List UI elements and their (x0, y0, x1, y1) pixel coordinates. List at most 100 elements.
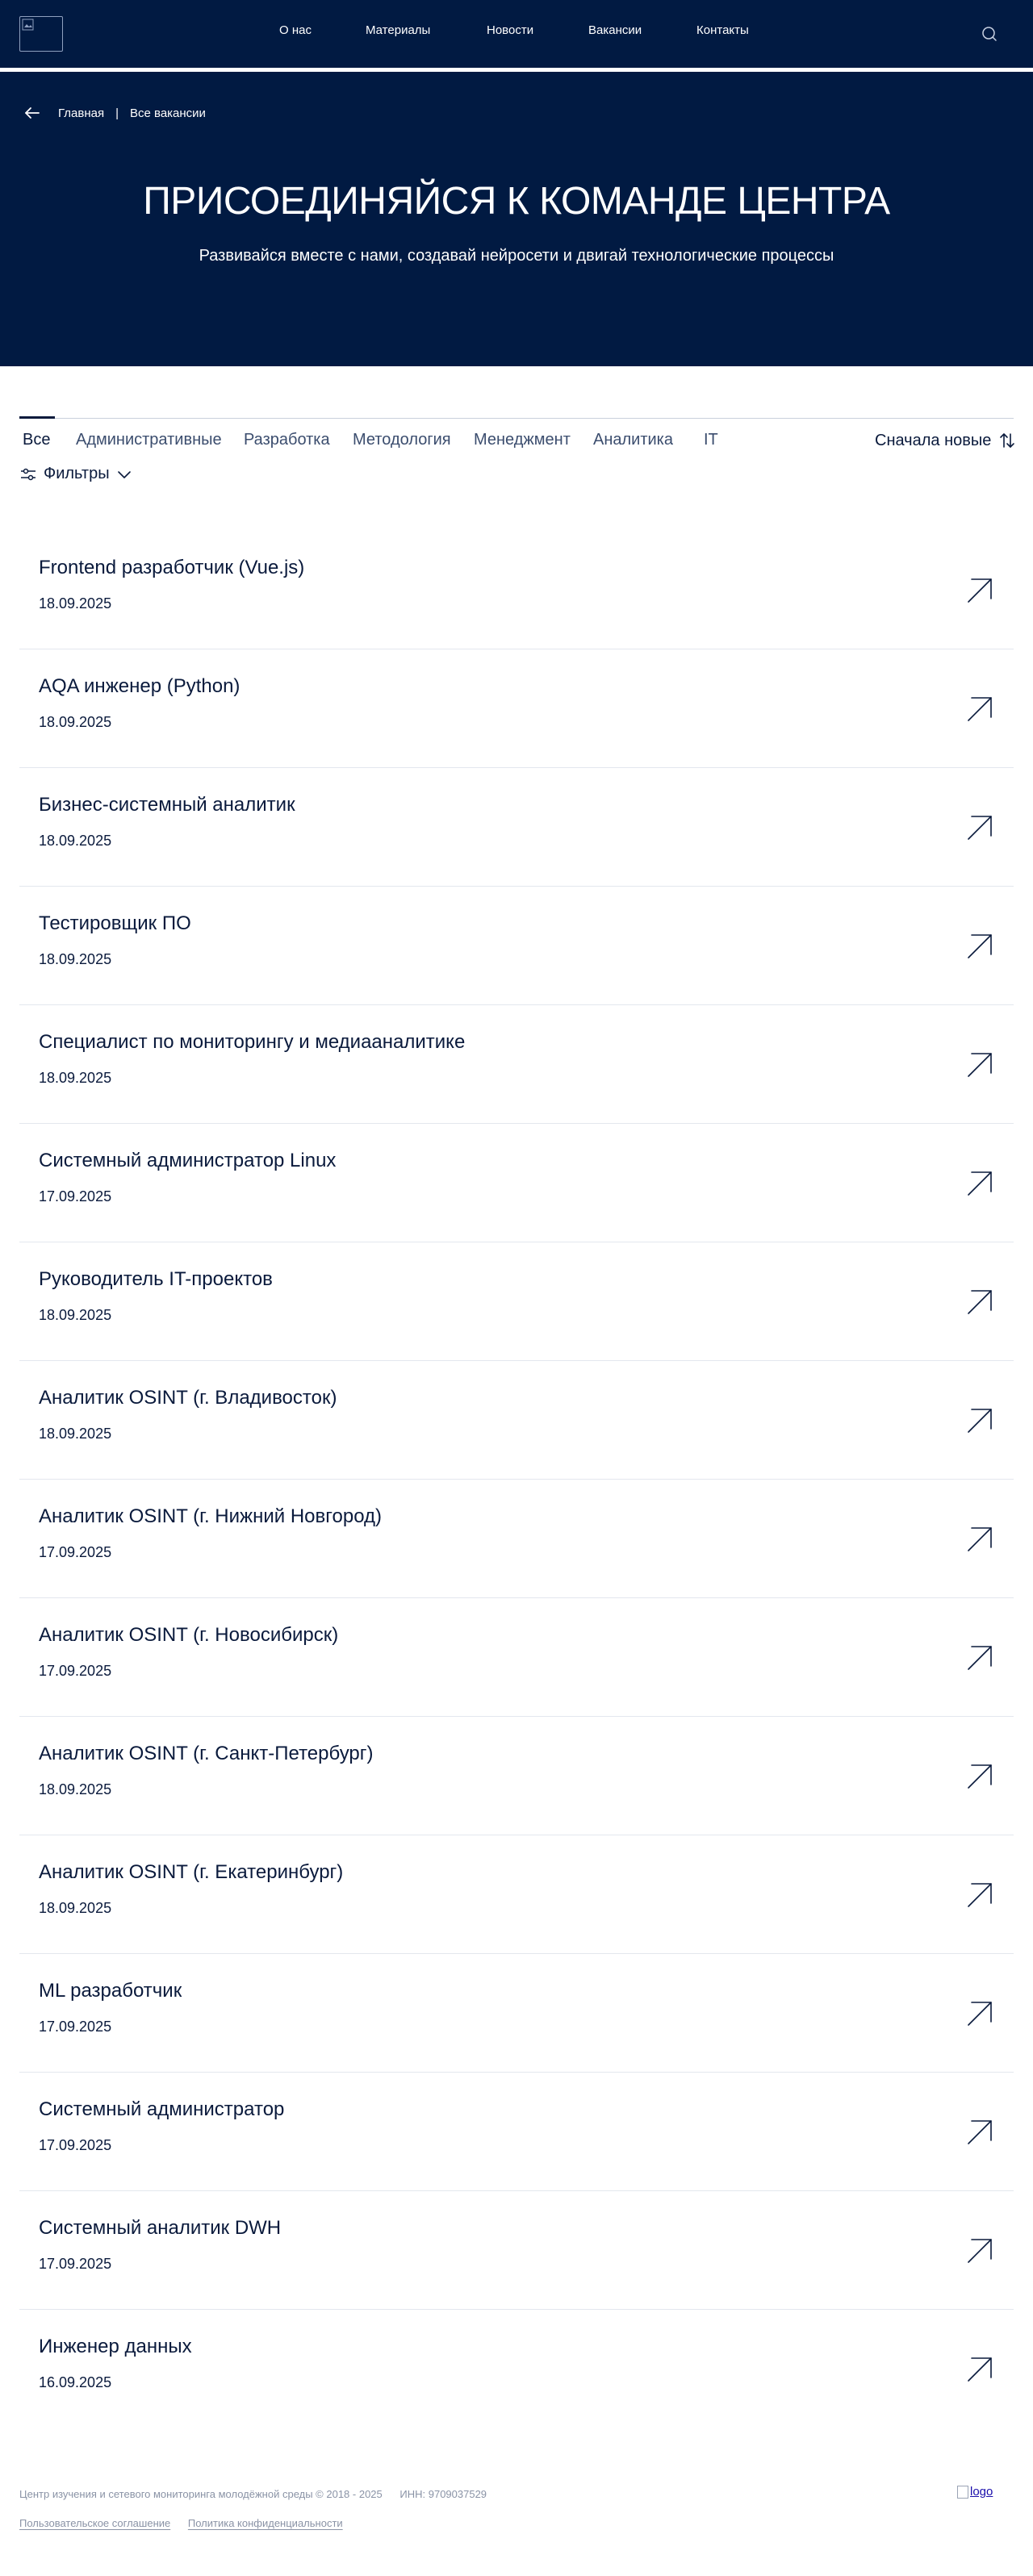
breadcrumb-home[interactable]: Главная (58, 106, 104, 120)
vacancy-title[interactable]: Аналитик OSINT (г. Нижний Новгород) (39, 1505, 382, 1528)
footer-copyright: Центр изучения и сетевого мониторинга мо… (19, 2488, 383, 2500)
vacancy-date: 18.09.2025 (39, 1070, 112, 1086)
vacancy-title[interactable]: Системный администратор Linux (39, 1150, 336, 1172)
arrow-up-right-icon[interactable] (965, 1169, 994, 1198)
vacancy-title[interactable]: Frontend разработчик (Vue.js) (39, 557, 304, 579)
arrow-up-right-icon[interactable] (965, 813, 994, 842)
vacancy-card[interactable]: Аналитик OSINT (г. Нижний Новгород) 17.0… (19, 1480, 1014, 1598)
vacancy-card[interactable]: AQA инженер (Python) 18.09.2025 (19, 649, 1014, 768)
footer-inn: ИНН: 9709037529 (399, 2488, 487, 2500)
vacancy-card[interactable]: Инженер данных 16.09.2025 (19, 2310, 1014, 2428)
chevron-down-icon (117, 470, 131, 478)
vacancy-card[interactable]: Бизнес-системный аналитик 18.09.2025 (19, 768, 1014, 887)
arrow-up-right-icon[interactable] (965, 2355, 994, 2384)
vacancy-card[interactable]: Аналитик OSINT (г. Владивосток) 18.09.20… (19, 1361, 1014, 1480)
vacancy-date: 17.09.2025 (39, 1663, 112, 1679)
tab-methodology[interactable]: Методология (353, 431, 451, 449)
vacancy-date: 17.09.2025 (39, 2137, 112, 2153)
vacancy-title[interactable]: Тестировщик ПО (39, 912, 191, 935)
breadcrumb: Главная | Все вакансии (23, 103, 206, 123)
category-tabs: Все Административные Разработка Методоло… (19, 416, 1017, 455)
privacy-policy-link[interactable]: Политика конфиденциальности (188, 2517, 343, 2529)
vacancy-date: 18.09.2025 (39, 833, 112, 849)
arrow-up-right-icon[interactable] (965, 1050, 994, 1079)
vacancy-card[interactable]: Специалист по мониторингу и медиааналити… (19, 1005, 1014, 1124)
nav-link-vacancies[interactable]: Вакансии (588, 23, 642, 37)
vacancy-card[interactable]: Аналитик OSINT (г. Новосибирск) 17.09.20… (19, 1598, 1014, 1717)
vacancy-date: 18.09.2025 (39, 1781, 112, 1797)
tab-development[interactable]: Разработка (244, 431, 330, 449)
vacancy-title[interactable]: Аналитик OSINT (г. Екатеринбург) (39, 1861, 343, 1884)
page-subtitle: Развивайся вместе с нами, создавай нейро… (199, 247, 834, 265)
vacancy-date: 18.09.2025 (39, 951, 112, 967)
vacancy-date: 18.09.2025 (39, 1426, 112, 1442)
sort-button[interactable]: Сначала новые (875, 431, 1017, 450)
vacancy-title[interactable]: Бизнес-системный аналитик (39, 794, 295, 816)
arrow-up-right-icon[interactable] (965, 2118, 994, 2147)
vacancy-date: 17.09.2025 (39, 1188, 112, 1204)
vacancy-title[interactable]: ML разработчик (39, 1980, 182, 2002)
vacancy-card[interactable]: Аналитик OSINT (г. Екатеринбург) 18.09.2… (19, 1835, 1014, 1954)
vacancy-title[interactable]: Инженер данных (39, 2336, 192, 2358)
nav-link-about[interactable]: О нас (279, 23, 312, 37)
vacancy-date: 18.09.2025 (39, 714, 112, 730)
arrow-up-right-icon[interactable] (965, 1288, 994, 1317)
tab-all[interactable]: Все (23, 431, 50, 449)
arrow-up-right-icon[interactable] (965, 1999, 994, 2028)
arrow-up-right-icon[interactable] (965, 1643, 994, 1672)
nav-link-contacts[interactable]: Контакты (696, 23, 749, 37)
nav-link-materials[interactable]: Материалы (366, 23, 430, 37)
tab-analytics[interactable]: Аналитика (593, 431, 673, 449)
arrow-left-icon[interactable] (23, 103, 42, 123)
tab-management[interactable]: Менеджмент (474, 431, 571, 449)
vacancy-card[interactable]: Аналитик OSINT (г. Санкт-Петербург) 18.0… (19, 1717, 1014, 1835)
arrow-up-right-icon[interactable] (965, 1525, 994, 1554)
arrow-up-right-icon[interactable] (965, 695, 994, 724)
vacancy-card[interactable]: Тестировщик ПО 18.09.2025 (19, 887, 1014, 1005)
filters-label: Фильтры (44, 465, 110, 482)
active-tab-indicator (19, 416, 55, 419)
nav-link-news[interactable]: Новости (487, 23, 533, 37)
footer-logo[interactable]: logo (957, 2485, 993, 2499)
vacancy-card[interactable]: Руководитель IT-проектов 18.09.2025 (19, 1242, 1014, 1361)
vacancy-title[interactable]: Аналитик OSINT (г. Санкт-Петербург) (39, 1743, 374, 1765)
broken-image-icon (22, 19, 34, 31)
search-button[interactable] (980, 24, 999, 44)
vacancy-card[interactable]: Системный аналитик DWH 17.09.2025 (19, 2191, 1014, 2310)
footer-links: Пользовательское соглашение Политика кон… (19, 2517, 358, 2529)
vacancy-title[interactable]: Руководитель IT-проектов (39, 1268, 273, 1291)
vacancy-card[interactable]: ML разработчик 17.09.2025 (19, 1954, 1014, 2073)
site-logo[interactable] (19, 16, 63, 52)
vacancy-card[interactable]: Frontend разработчик (Vue.js) 18.09.2025 (19, 531, 1014, 649)
arrow-up-right-icon[interactable] (965, 1762, 994, 1791)
vacancy-date: 16.09.2025 (39, 2374, 112, 2390)
vacancy-title[interactable]: Аналитик OSINT (г. Новосибирск) (39, 1624, 338, 1647)
sort-arrows-icon (1000, 433, 1015, 448)
vacancy-card[interactable]: Системный администратор Linux 17.09.2025 (19, 1124, 1014, 1242)
page-header: О нас Материалы Новости Вакансии Контакт… (0, 0, 1033, 366)
vacancy-title[interactable]: Системный администратор (39, 2098, 284, 2121)
vacancy-date: 17.09.2025 (39, 1544, 112, 1560)
nav-divider (0, 68, 1033, 72)
vacancy-title[interactable]: Системный аналитик DWH (39, 2217, 281, 2240)
tab-it[interactable]: IT (704, 431, 718, 449)
footer-logo-alt: logo (970, 2485, 993, 2499)
arrow-up-right-icon[interactable] (965, 1406, 994, 1435)
arrow-up-right-icon[interactable] (965, 1881, 994, 1910)
vacancy-date: 17.09.2025 (39, 2019, 112, 2035)
breadcrumb-separator: | (115, 106, 119, 120)
vacancy-title[interactable]: Специалист по мониторингу и медиааналити… (39, 1031, 465, 1054)
user-agreement-link[interactable]: Пользовательское соглашение (19, 2517, 170, 2529)
filters-button[interactable]: Фильтры (19, 465, 132, 483)
top-navigation: О нас Материалы Новости Вакансии Контакт… (0, 0, 1033, 68)
arrow-up-right-icon[interactable] (965, 2236, 994, 2265)
vacancy-title[interactable]: Аналитик OSINT (г. Владивосток) (39, 1387, 337, 1409)
vacancy-title[interactable]: AQA инженер (Python) (39, 675, 240, 698)
broken-image-icon (957, 2485, 968, 2499)
arrow-up-right-icon[interactable] (965, 932, 994, 961)
arrow-up-right-icon[interactable] (965, 576, 994, 605)
tab-administrative[interactable]: Административные (76, 431, 222, 449)
vacancy-date: 18.09.2025 (39, 1307, 112, 1323)
vacancy-date: 17.09.2025 (39, 2256, 112, 2272)
vacancy-card[interactable]: Системный администратор 17.09.2025 (19, 2073, 1014, 2191)
